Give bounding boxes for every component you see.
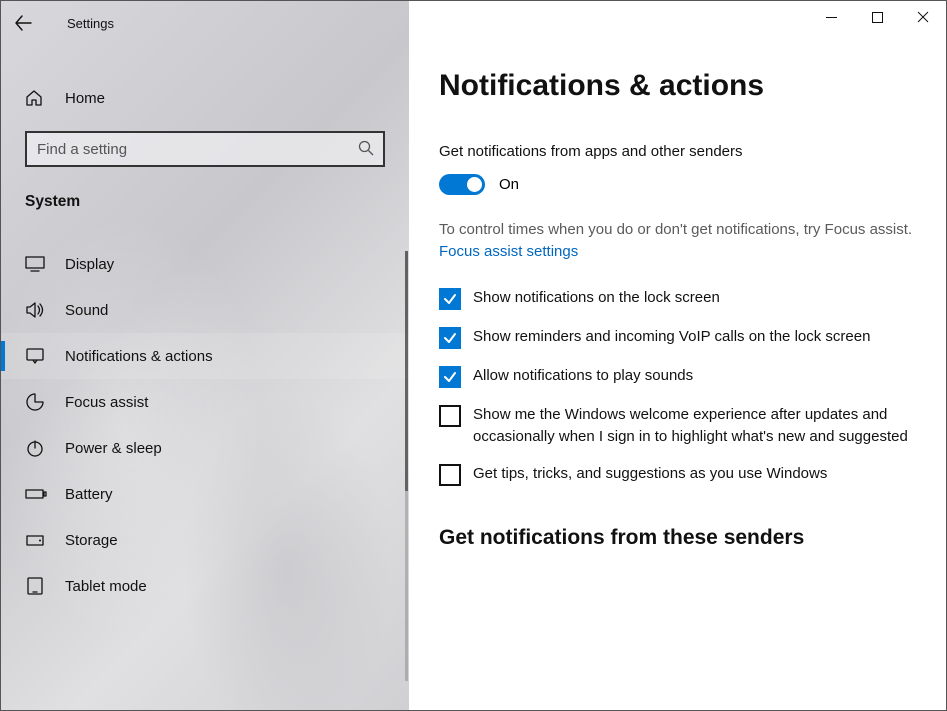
checkbox-label: Get tips, tricks, and suggestions as you…	[473, 463, 827, 485]
focus-icon	[25, 393, 47, 411]
scrollbar-thumb[interactable]	[405, 251, 408, 491]
nav-item-storage[interactable]: Storage	[1, 517, 409, 563]
search-input[interactable]	[25, 131, 385, 167]
checkbox[interactable]	[439, 366, 461, 388]
checkbox-list: Show notifications on the lock screen Sho…	[439, 287, 916, 487]
page-title: Notifications & actions	[439, 69, 916, 103]
window-title: Settings	[67, 16, 114, 31]
checkbox-row[interactable]: Show reminders and incoming VoIP calls o…	[439, 326, 916, 349]
minimize-button[interactable]	[808, 1, 854, 33]
titlebar-left: Settings	[1, 1, 409, 45]
section-label: System	[25, 193, 409, 211]
nav-item-focus[interactable]: Focus assist	[1, 379, 409, 425]
checkbox[interactable]	[439, 464, 461, 486]
sidebar: Settings Home System Display Sound Notific…	[1, 1, 409, 710]
checkbox-label: Show me the Windows welcome experience a…	[473, 404, 916, 448]
power-icon	[25, 439, 47, 457]
nav-item-notifications[interactable]: Notifications & actions	[1, 333, 409, 379]
nav-item-label: Tablet mode	[65, 578, 147, 595]
close-icon	[917, 11, 929, 23]
close-button[interactable]	[900, 1, 946, 33]
nav-item-power[interactable]: Power & sleep	[1, 425, 409, 471]
nav-home[interactable]: Home	[1, 81, 409, 115]
focus-assist-description: To control times when you do or don't ge…	[439, 219, 916, 241]
checkbox[interactable]	[439, 327, 461, 349]
checkbox-label: Show notifications on the lock screen	[473, 287, 720, 309]
nav-item-sound[interactable]: Sound	[1, 287, 409, 333]
nav-item-label: Power & sleep	[65, 440, 162, 457]
home-icon	[25, 89, 47, 107]
arrow-left-icon	[14, 14, 32, 32]
nav-item-label: Sound	[65, 302, 108, 319]
nav-item-label: Display	[65, 256, 114, 273]
check-icon	[443, 331, 457, 345]
checkbox-row[interactable]: Get tips, tricks, and suggestions as you…	[439, 463, 916, 486]
check-icon	[443, 370, 457, 384]
focus-assist-link[interactable]: Focus assist settings	[439, 243, 578, 260]
nav-item-display[interactable]: Display	[1, 241, 409, 287]
minimize-icon	[826, 12, 837, 23]
checkbox[interactable]	[439, 288, 461, 310]
tablet-icon	[25, 577, 47, 595]
nav-item-tablet[interactable]: Tablet mode	[1, 563, 409, 609]
nav-item-label: Focus assist	[65, 394, 148, 411]
sound-icon	[25, 301, 47, 319]
toggle-label: Get notifications from apps and other se…	[439, 143, 916, 160]
battery-icon	[25, 485, 47, 503]
checkbox-label: Show reminders and incoming VoIP calls o…	[473, 326, 870, 348]
checkbox-row[interactable]: Show notifications on the lock screen	[439, 287, 916, 310]
nav-item-label: Battery	[65, 486, 113, 503]
search-wrap	[25, 131, 385, 167]
notifications-toggle[interactable]	[439, 174, 485, 195]
checkbox[interactable]	[439, 405, 461, 427]
nav-list: Display Sound Notifications & actions Focus…	[1, 241, 409, 609]
nav-item-battery[interactable]: Battery	[1, 471, 409, 517]
main-panel: Notifications & actions Get notification…	[409, 1, 946, 710]
notifications-icon	[25, 347, 47, 365]
checkbox-row[interactable]: Allow notifications to play sounds	[439, 365, 916, 388]
window-controls	[409, 1, 946, 45]
display-icon	[25, 255, 47, 273]
toggle-row: On	[439, 174, 916, 195]
storage-icon	[25, 531, 47, 549]
maximize-button[interactable]	[854, 1, 900, 33]
toggle-state: On	[499, 176, 519, 193]
nav-item-label: Notifications & actions	[65, 348, 213, 365]
senders-subheading: Get notifications from these senders	[439, 526, 916, 550]
maximize-icon	[872, 12, 883, 23]
nav-item-label: Storage	[65, 532, 118, 549]
checkbox-label: Allow notifications to play sounds	[473, 365, 693, 387]
check-icon	[443, 292, 457, 306]
content: Notifications & actions Get notification…	[409, 45, 946, 550]
back-button[interactable]	[1, 1, 45, 45]
nav-home-label: Home	[65, 90, 105, 107]
sidebar-scrollbar[interactable]	[405, 251, 408, 681]
checkbox-row[interactable]: Show me the Windows welcome experience a…	[439, 404, 916, 448]
